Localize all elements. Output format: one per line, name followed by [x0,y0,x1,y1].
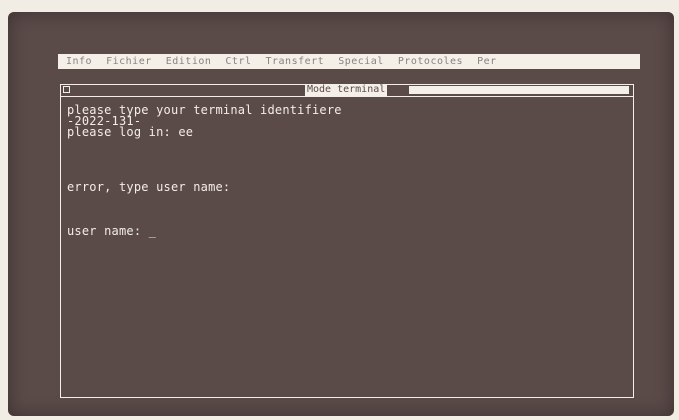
close-box-icon[interactable] [63,86,70,93]
menu-item-fichier[interactable]: Fichier [106,56,152,67]
window-title: Mode terminal [305,84,388,96]
menu-item-special[interactable]: Special [338,56,384,67]
terminal-line: user name: _ [67,224,157,238]
menu-bar: Info Fichier Edition Ctrl Transfert Special Pr… [58,54,640,69]
menu-item-info[interactable]: Info [66,56,92,67]
menu-item-edition[interactable]: Edition [166,56,212,67]
menu-item-protocoles[interactable]: Protocoles [398,56,463,67]
terminal-line: error, type user name: [67,180,231,194]
window-title-bar[interactable]: Mode terminal [61,84,633,97]
menu-item-ctrl[interactable]: Ctrl [225,56,251,67]
menu-item-transfert[interactable]: Transfert [266,56,325,67]
terminal-output[interactable]: please type your terminal identifiere -20… [67,103,607,238]
terminal-window: Mode terminal please type your terminal … [60,84,634,398]
terminal-screen: Info Fichier Edition Ctrl Transfert Special Pr… [8,12,674,416]
title-bar-fill [409,86,629,94]
terminal-line: please type your terminal identifiere [67,103,342,117]
menu-item-per[interactable]: Per [477,56,497,67]
terminal-line: please log in: ee [67,125,194,139]
